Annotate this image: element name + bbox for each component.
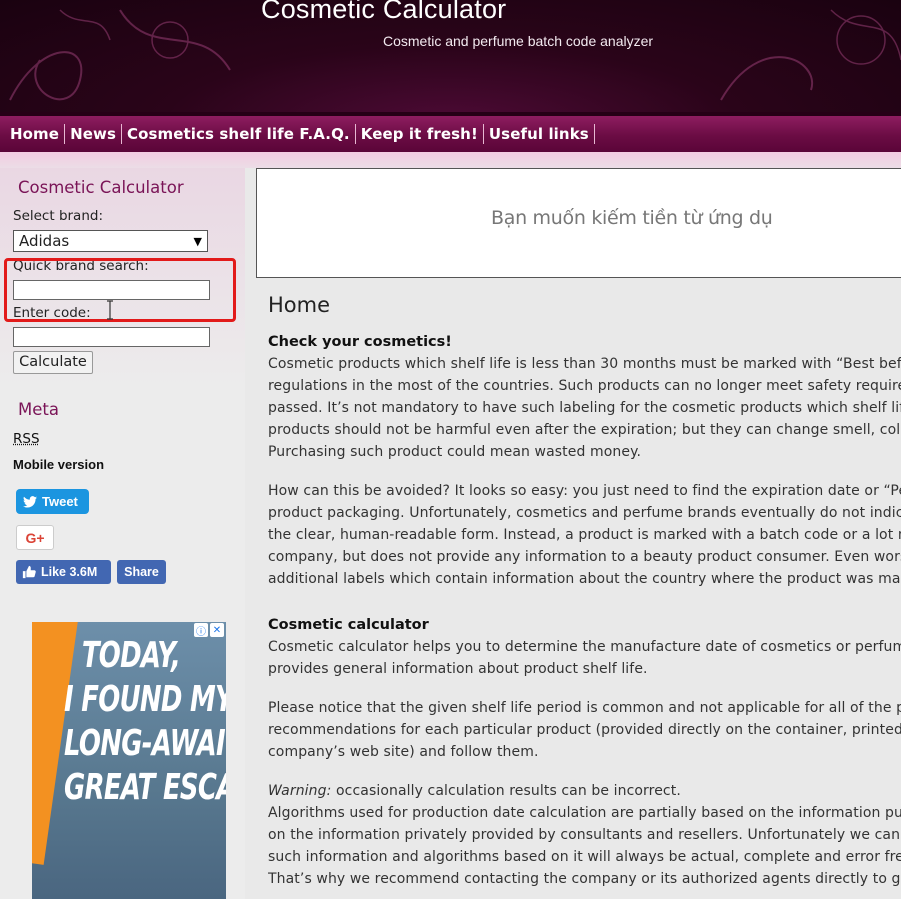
nav-useful-links[interactable]: Useful links	[484, 124, 595, 144]
top-banner-ad[interactable]: Bạn muốn kiếm tiền từ ứng dụng	[256, 168, 901, 278]
paragraph-line: Algorithms used for production date calc…	[268, 805, 901, 821]
paragraph-line: Please notice that the given shelf life …	[268, 700, 901, 716]
thumbs-up-icon	[22, 565, 36, 579]
twitter-bird-icon	[23, 495, 37, 508]
section-title: Check your cosmetics!	[268, 334, 452, 350]
paragraph-line: passed. It’s not mandatory to have such …	[268, 400, 901, 416]
site-title[interactable]: Cosmetic Calculator	[261, 0, 506, 25]
warning-line: Warning: occasionally calculation result…	[268, 780, 901, 802]
facebook-like-button[interactable]: Like 3.6M	[16, 560, 111, 584]
banner-text: Bạn muốn kiếm tiền từ ứng dụng	[491, 207, 772, 229]
site-subtitle: Cosmetic and perfume batch code analyzer	[383, 33, 654, 49]
header-swirl-decoration-right	[720, 9, 901, 101]
warning-text: occasionally calculation results can be …	[331, 783, 681, 799]
brand-select[interactable]: Adidas ▼	[13, 230, 208, 252]
calculator-heading: Cosmetic Calculator	[18, 178, 184, 197]
paragraph-line: additional labels which contain informat…	[268, 571, 901, 587]
select-brand-label: Select brand:	[13, 208, 104, 224]
paragraph-line: Cosmetic products which shelf life is le…	[268, 356, 901, 372]
page-title: Home	[268, 293, 331, 317]
paragraph-line: the clear, human-readable form. Instead,…	[268, 527, 901, 543]
advertisement[interactable]: TODAY, I FOUND MY LONG-AWAITED GREAT ESC…	[32, 622, 226, 899]
mobile-version-link[interactable]: Mobile version	[13, 457, 104, 472]
paragraph-line: such information and algorithms based on…	[268, 849, 901, 865]
paragraph-line: That’s why we recommend contacting the c…	[268, 871, 901, 887]
tweet-label: Tweet	[42, 494, 78, 509]
ad-line: LONG-AWAITED	[64, 723, 226, 764]
paragraph-line: provides general information about produ…	[268, 661, 648, 677]
google-plus-button[interactable]: G+	[16, 525, 54, 550]
section-check-cosmetics: Check your cosmetics! Cosmetic products …	[268, 331, 901, 590]
paragraph-line: How can this be avoided? It looks so eas…	[268, 483, 901, 499]
paragraph-line: recommendations for each particular prod…	[268, 722, 901, 738]
ad-info-icon[interactable]: ⓘ	[194, 623, 208, 638]
meta-heading: Meta	[18, 400, 59, 419]
paragraph-line: products should not be harmful even afte…	[268, 422, 901, 438]
nav-home[interactable]: Home	[5, 124, 66, 144]
facebook-share-button[interactable]: Share	[117, 560, 166, 584]
header-swirl-decoration	[9, 9, 231, 101]
main-nav: Home News Cosmetics shelf life F.A.Q. Ke…	[0, 112, 901, 152]
text-cursor-icon	[107, 300, 113, 320]
ad-line: TODAY,	[81, 635, 181, 676]
batch-code-input[interactable]	[13, 327, 210, 347]
section-title: Cosmetic calculator	[268, 617, 429, 633]
tweet-button[interactable]: Tweet	[16, 489, 89, 514]
facebook-like-label: Like 3.6M	[41, 565, 98, 579]
paragraph-line: company, but does not provide any inform…	[268, 549, 901, 565]
paragraph-line: Purchasing such product could mean waste…	[268, 444, 642, 460]
nav-underline-band	[0, 152, 901, 168]
red-highlight-box	[4, 258, 236, 322]
section-cosmetic-calculator: Cosmetic calculator Cosmetic calculator …	[268, 614, 901, 890]
paragraph-line: company’s web site) and follow them.	[268, 744, 539, 760]
paragraph-line: Cosmetic calculator helps you to determi…	[268, 639, 901, 655]
ad-headline: TODAY, I FOUND MY LONG-AWAITED GREAT ESC…	[64, 634, 226, 810]
brand-select-value: Adidas	[19, 232, 70, 250]
chevron-down-icon: ▼	[193, 234, 202, 248]
ad-line: I FOUND MY	[64, 679, 226, 720]
paragraph-line: regulations in the most of the countries…	[268, 378, 901, 394]
nav-keep-it-fresh[interactable]: Keep it fresh!	[356, 124, 484, 144]
site-header: Cosmetic Calculator Cosmetic and perfume…	[0, 0, 901, 112]
ad-line: GREAT ESCAPE	[64, 767, 226, 808]
calculate-button[interactable]: Calculate	[13, 351, 93, 374]
paragraph-line: on the information privately provided by…	[268, 827, 901, 843]
rss-link[interactable]: RSS	[13, 431, 40, 447]
nav-shelf-life-faq[interactable]: Cosmetics shelf life F.A.Q.	[122, 124, 356, 144]
paragraph-line: product packaging. Unfortunately, cosmet…	[268, 505, 901, 521]
nav-news[interactable]: News	[65, 124, 122, 144]
warning-label: Warning:	[268, 783, 332, 799]
ad-controls: ⓘ ✕	[194, 623, 224, 638]
ad-close-icon[interactable]: ✕	[210, 623, 224, 637]
